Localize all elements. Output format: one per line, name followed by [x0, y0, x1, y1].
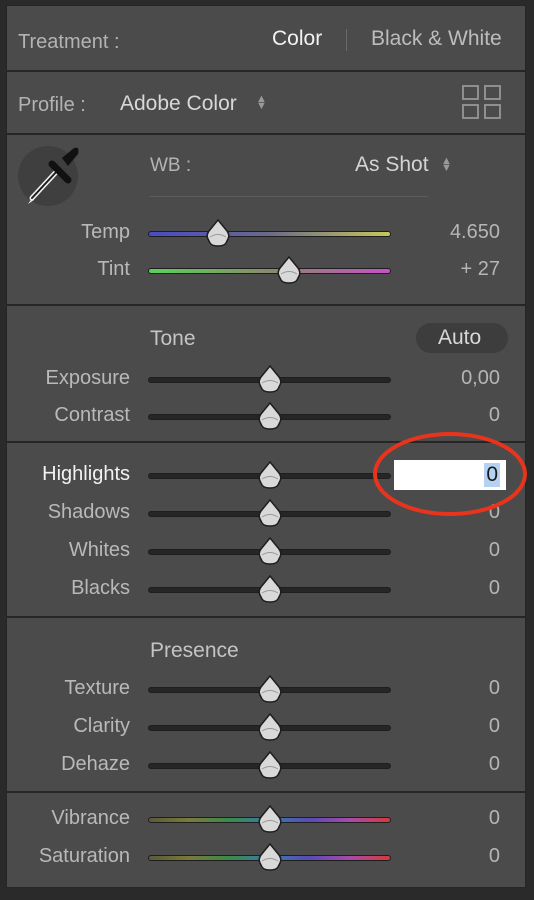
annotation-circle — [372, 430, 528, 518]
temp-value[interactable]: 4.650 — [450, 221, 500, 244]
basic-panel: Treatment : Color Black & White Profile … — [0, 0, 534, 900]
blacks-value[interactable]: 0 — [489, 577, 500, 600]
highlights-label: Highlights — [42, 463, 130, 485]
auto-button[interactable]: Auto — [416, 323, 508, 353]
contrast-value[interactable]: 0 — [489, 404, 500, 427]
profile-label: Profile : — [18, 94, 86, 116]
tint-label: Tint — [97, 258, 130, 280]
profile-dropdown[interactable]: Adobe Color — [120, 92, 237, 116]
presence-title: Presence — [150, 639, 239, 662]
tone-title: Tone — [150, 327, 196, 350]
auto-button-label: Auto — [438, 326, 482, 349]
whites-value[interactable]: 0 — [489, 539, 500, 562]
exposure-value[interactable]: 0,00 — [461, 367, 500, 390]
vibrance-value[interactable]: 0 — [489, 807, 500, 830]
saturation-label: Saturation — [38, 845, 130, 867]
clarity-value[interactable]: 0 — [489, 715, 500, 738]
dehaze-label: Dehaze — [61, 753, 130, 775]
wb-stepper-icon[interactable]: ▲ ▼ — [441, 156, 452, 174]
wb-underline — [150, 196, 428, 197]
treatment-color-option[interactable]: Color — [272, 27, 322, 51]
panel-bottom-edge — [0, 888, 534, 900]
profile-stepper-icon[interactable]: ▲ ▼ — [256, 94, 267, 112]
vibrance-label: Vibrance — [51, 807, 130, 829]
temp-label: Temp — [81, 221, 130, 243]
treatment-label: Treatment : — [18, 31, 120, 53]
tint-value[interactable]: + 27 — [461, 258, 500, 281]
whites-label: Whites — [68, 539, 130, 561]
temp-slider-track[interactable] — [148, 231, 391, 237]
exposure-label: Exposure — [45, 367, 131, 389]
eyedropper-icon[interactable] — [18, 142, 82, 206]
profile-browser-grid-icon[interactable] — [462, 85, 502, 119]
tint-slider-track[interactable] — [148, 268, 391, 274]
dehaze-value[interactable]: 0 — [489, 753, 500, 776]
treatment-bw-option[interactable]: Black & White — [371, 27, 502, 51]
blacks-label: Blacks — [71, 577, 130, 599]
wb-dropdown[interactable]: As Shot — [355, 153, 429, 177]
saturation-value[interactable]: 0 — [489, 845, 500, 868]
texture-value[interactable]: 0 — [489, 677, 500, 700]
contrast-label: Contrast — [54, 404, 130, 426]
treatment-separator — [346, 29, 347, 51]
clarity-label: Clarity — [73, 715, 130, 737]
texture-label: Texture — [64, 677, 130, 699]
wb-label: WB : — [150, 155, 192, 176]
shadows-label: Shadows — [47, 501, 130, 523]
